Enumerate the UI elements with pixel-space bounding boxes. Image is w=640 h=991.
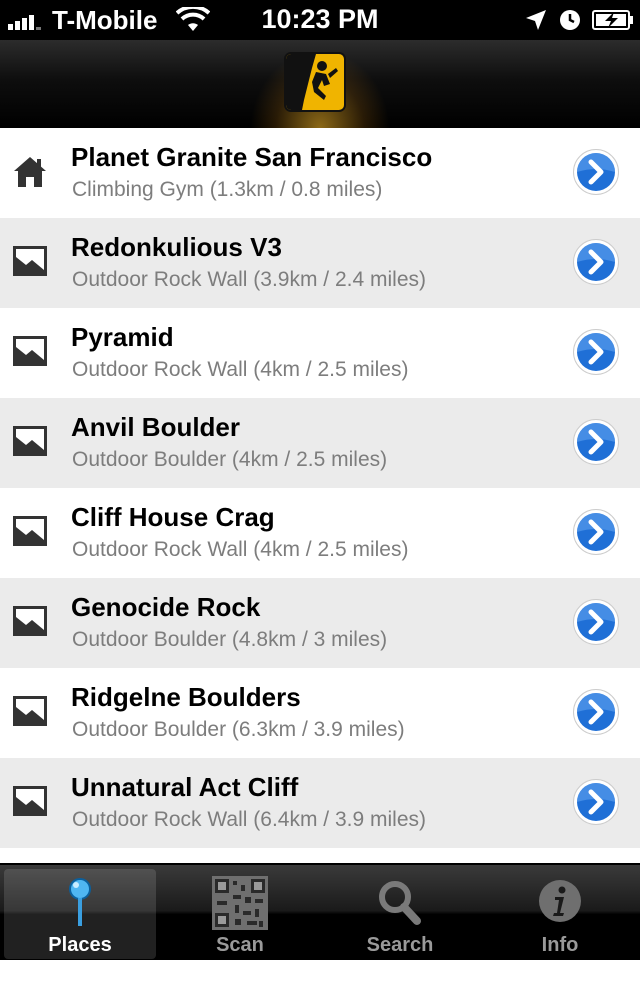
tab-scan[interactable]: Scan (164, 869, 316, 959)
place-title: Anvil Boulder (71, 412, 241, 442)
detail-disclosure-icon[interactable] (572, 148, 620, 196)
image-icon (13, 516, 47, 546)
detail-disclosure-icon[interactable] (572, 328, 620, 376)
place-title: Genocide Rock (71, 592, 261, 622)
detail-disclosure-icon[interactable] (572, 688, 620, 736)
location-arrow-icon (526, 10, 546, 30)
place-title: Unnatural Act Cliff (71, 772, 299, 802)
qr-code-icon (212, 876, 268, 930)
list-item[interactable]: Anvil Boulder Outdoor Boulder (4km / 2.5… (0, 398, 640, 488)
status-bar: T-Mobile 10:23 PM (0, 0, 640, 40)
place-subtitle: Outdoor Rock Wall (4km / 2.5 miles) (72, 358, 409, 381)
place-title: Planet Granite San Francisco (71, 142, 433, 172)
map-pin-icon (69, 878, 91, 926)
image-icon (13, 696, 47, 726)
tab-label: Info (541, 934, 579, 956)
place-subtitle: Outdoor Boulder (4.8km / 3 miles) (72, 628, 388, 651)
alarm-clock-icon (560, 10, 580, 30)
navigation-bar (0, 40, 640, 128)
image-icon (13, 606, 47, 636)
place-subtitle: Outdoor Rock Wall (3.9km / 2.4 miles) (72, 268, 426, 291)
detail-disclosure-icon[interactable] (572, 778, 620, 826)
place-subtitle: Outdoor Rock Wall (6.4km / 3.9 miles) (72, 808, 426, 831)
image-icon (13, 336, 47, 366)
tab-places[interactable]: Places (4, 869, 156, 959)
list-continuation (0, 976, 640, 991)
tab-search[interactable]: Search (324, 869, 476, 959)
tab-bar: Places Scan Search Info (0, 863, 640, 960)
image-icon (13, 246, 47, 276)
battery-charging-icon (592, 10, 633, 30)
detail-disclosure-icon[interactable] (572, 238, 620, 286)
list-item[interactable]: Cliff House Crag Outdoor Rock Wall (4km … (0, 488, 640, 578)
list-item[interactable]: Ridgelne Boulders Outdoor Boulder (6.3km… (0, 668, 640, 758)
tab-label: Search (366, 934, 434, 956)
tab-label: Places (48, 934, 112, 956)
places-list: Planet Granite San Francisco Climbing Gy… (0, 128, 640, 991)
search-icon (379, 881, 421, 925)
image-icon (13, 786, 47, 816)
place-subtitle: Climbing Gym (1.3km / 0.8 miles) (72, 178, 383, 201)
place-title: Cliff House Crag (71, 502, 275, 532)
tab-label: Scan (216, 934, 264, 956)
list-item[interactable]: Planet Granite San Francisco Climbing Gy… (0, 128, 640, 218)
detail-disclosure-icon[interactable] (572, 418, 620, 466)
detail-disclosure-icon[interactable] (572, 598, 620, 646)
list-item[interactable]: Redonkulious V3 Outdoor Rock Wall (3.9km… (0, 218, 640, 308)
place-title: Redonkulious V3 (71, 232, 282, 262)
list-item[interactable]: Unnatural Act Cliff Outdoor Rock Wall (6… (0, 758, 640, 848)
info-icon (539, 880, 581, 922)
home-icon (14, 157, 46, 187)
list-item[interactable]: Pyramid Outdoor Rock Wall (4km / 2.5 mil… (0, 308, 640, 398)
detail-disclosure-icon[interactable] (572, 508, 620, 556)
place-title: Pyramid (71, 322, 174, 352)
place-subtitle: Outdoor Boulder (4km / 2.5 miles) (72, 448, 388, 471)
place-title: Ridgelne Boulders (71, 682, 301, 712)
place-subtitle: Outdoor Rock Wall (4km / 2.5 miles) (72, 538, 409, 561)
tab-info[interactable]: Info (484, 869, 636, 959)
climber-logo-icon (284, 52, 346, 112)
list-item[interactable]: Genocide Rock Outdoor Boulder (4.8km / 3… (0, 578, 640, 668)
place-subtitle: Outdoor Boulder (6.3km / 3.9 miles) (72, 718, 405, 741)
image-icon (13, 426, 47, 456)
